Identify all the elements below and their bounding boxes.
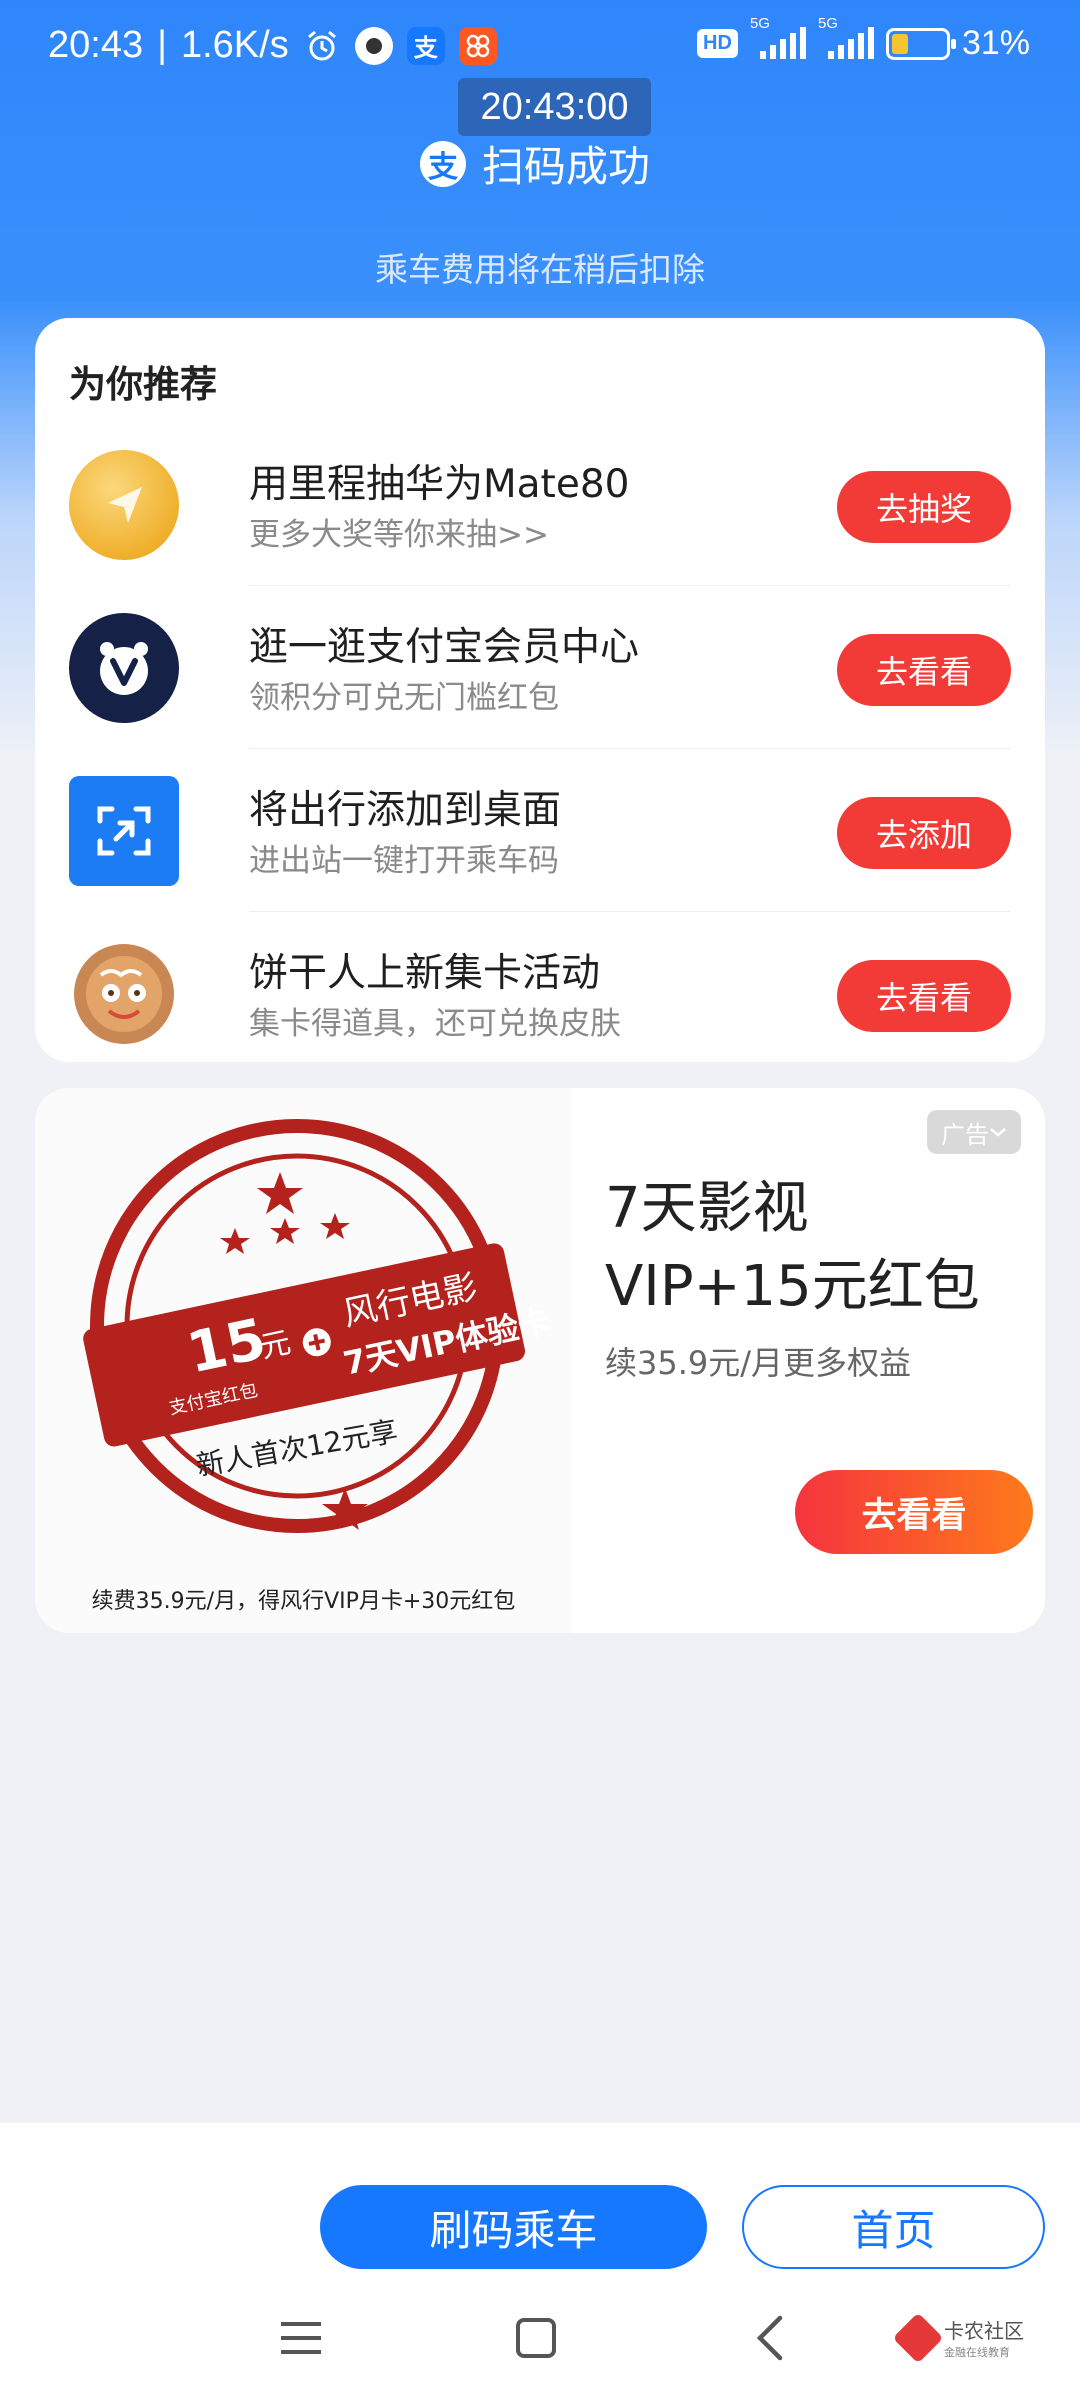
ad-caption: 续费35.9元/月，得风行VIP月卡+30元红包 [91,1589,516,1614]
network-speed: 1.6K/s [180,24,289,66]
alarm-icon [303,27,341,65]
item-title: 将出行添加到桌面 [249,788,562,833]
item-title: 逛一逛支付宝会员中心 [249,625,640,670]
scan-to-ride-button[interactable]: 刷码乘车 [320,2185,707,2269]
status-separator: | [157,24,167,66]
ad-subtitle: 续35.9元/月更多权益 [605,1344,912,1382]
ad-image[interactable]: 15 元 支付宝红包 风行电影 7天VIP体验卡 新人首次12元享 续费35.9… [35,1088,572,1633]
item-title: 用里程抽华为Mate80 [249,462,630,507]
item-desc: 集卡得道具，还可兑换皮肤 [249,1006,621,1042]
status-time: 20:43 [48,24,144,66]
time-overlay: 20:43:00 [458,78,651,136]
ad-badge[interactable]: 广告 [927,1110,1021,1154]
item-desc: 领积分可兑无门槛红包 [249,680,559,716]
ad-view-button[interactable]: 去看看 [795,1470,1033,1554]
app-notification-icon [354,26,393,65]
recommend-heading: 为你推荐 [69,363,217,406]
network-type-label: 5G [749,14,770,32]
home-button[interactable]: 首页 [742,2185,1045,2269]
item-desc: 进出站一键打开乘车码 [249,843,559,879]
stamp-bottom: 新人首次12元享 [194,1415,400,1483]
hd-voice-badge: HD [697,29,738,58]
watermark-logo [892,2312,944,2363]
watermark-tagline: 金融在线教育 [944,2346,1010,2359]
menu-icon[interactable] [273,2310,329,2366]
list-item[interactable]: 用里程抽华为Mate80 更多大奖等你来抽>> 去抽奖 [69,423,1011,586]
promo-stamp-image: 15 元 支付宝红包 风行电影 7天VIP体验卡 新人首次12元享 [83,1119,554,1533]
chevron-down-icon [990,1128,1006,1137]
ad-card[interactable]: 15 元 支付宝红包 风行电影 7天VIP体验卡 新人首次12元享 续费35.9… [35,1088,1045,1633]
view-button[interactable]: 去看看 [837,960,1011,1032]
ad-title: 7天影视VIP+15元红包 [605,1176,980,1319]
lottery-button[interactable]: 去抽奖 [837,471,1011,543]
alipay-notification-icon: 支 [406,26,445,65]
network-type-label-2: 5G [817,14,838,32]
signal-icon: 5G [750,15,806,61]
recommend-card: 为你推荐 用里程抽华为Mate80 更多大奖等你来抽>> 去抽奖 逛一逛支付宝会… [35,318,1045,1062]
list-item[interactable]: 逛一逛支付宝会员中心 领积分可兑无门槛红包 去看看 [69,586,1011,749]
list-item[interactable]: 将出行添加到桌面 进出站一键打开乘车码 去添加 [69,749,1011,912]
home-nav-icon[interactable] [508,2310,564,2366]
list-item[interactable]: 饼干人上新集卡活动 集卡得道具，还可兑换皮肤 去看看 [69,912,1011,1075]
battery-percent: 31% [961,24,1030,62]
item-desc[interactable]: 更多大奖等你来抽>> [249,509,549,554]
watermark-name: 卡农社区 [944,2319,1024,2343]
page-title: 支 扫码成功 [420,133,650,194]
gold-coin-icon [69,450,179,560]
signal-icon-2: 5G [818,15,874,61]
vip-member-icon [69,613,179,723]
add-button[interactable]: 去添加 [837,797,1011,869]
battery-icon [885,27,956,60]
cookie-man-icon [74,944,174,1044]
item-title: 饼干人上新集卡活动 [249,951,601,996]
back-icon[interactable] [742,2310,798,2366]
scan-shortcut-icon [69,776,179,886]
watermark: 卡农社区 金融在线教育 [892,2312,1024,2363]
battery-level [891,33,908,54]
taobao-notification-icon [458,26,497,65]
view-button[interactable]: 去看看 [837,634,1011,706]
scan-success-title: 扫码成功 [482,142,651,191]
fare-notice: 乘车费用将在稍后扣除 [375,250,705,289]
ad-badge-label: 广告 [941,1120,989,1149]
alipay-logo-icon: 支 [420,140,466,187]
